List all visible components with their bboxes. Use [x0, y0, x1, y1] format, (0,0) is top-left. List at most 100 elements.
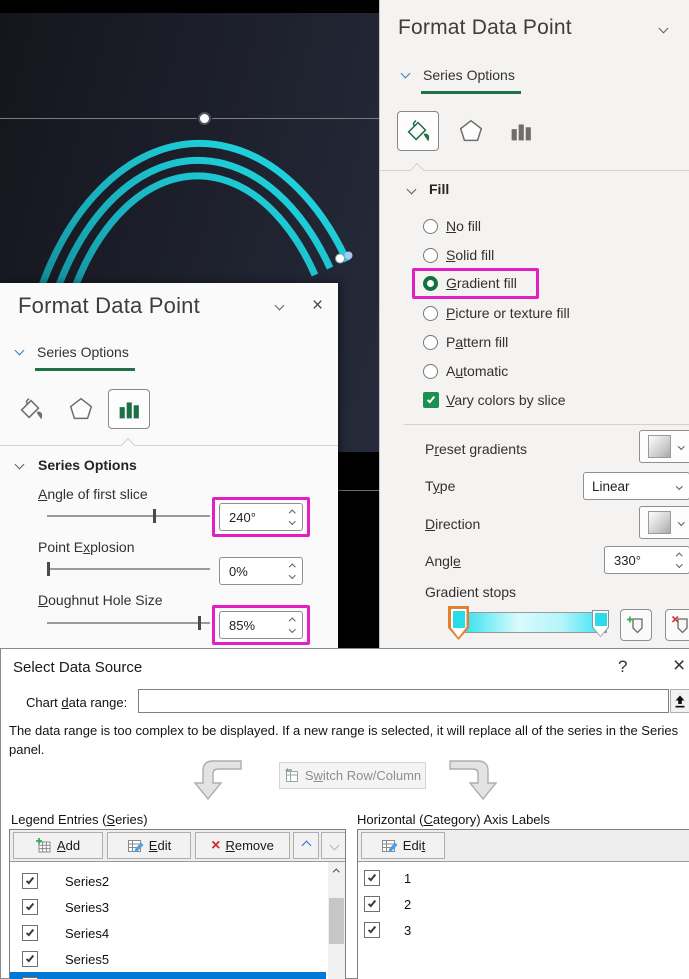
series-name[interactable]: Series5	[65, 952, 109, 967]
radio-picture-fill[interactable]	[423, 306, 438, 321]
radio-pattern-fill[interactable]	[423, 335, 438, 350]
spinner-up-icon[interactable]	[289, 618, 295, 624]
close-icon[interactable]: ×	[673, 654, 685, 678]
series-options-link[interactable]: Series Options	[37, 344, 129, 360]
radio-solid-fill[interactable]	[423, 248, 438, 263]
slider-thumb[interactable]	[153, 509, 156, 523]
remove-series-button[interactable]: × Remove	[195, 832, 290, 859]
category-row[interactable]: 1	[358, 865, 688, 891]
radio-automatic[interactable]	[423, 364, 438, 379]
solid-fill-label[interactable]: Solid fill	[446, 247, 494, 263]
type-label: Type	[425, 478, 455, 494]
series-name[interactable]: Series2	[65, 874, 109, 889]
category-checkbox-checked[interactable]	[364, 870, 380, 886]
spinner-up-icon[interactable]	[289, 510, 295, 516]
scrollbar-thumb[interactable]	[329, 898, 344, 944]
series-row[interactable]: Series3	[10, 894, 326, 920]
series-name[interactable]: Series3	[65, 900, 109, 915]
tab-fill-line[interactable]	[10, 389, 52, 429]
category-row[interactable]: 2	[358, 891, 688, 917]
no-fill-label[interactable]: No fill	[446, 218, 481, 234]
add-series-button[interactable]: Add	[13, 832, 103, 859]
chart-data-range-input[interactable]	[138, 689, 669, 713]
series-row[interactable]: Series2	[10, 868, 326, 894]
arc-end-handle-white[interactable]	[336, 254, 345, 263]
help-icon[interactable]: ?	[618, 657, 627, 677]
angle-first-slice-slider[interactable]	[47, 515, 210, 517]
radio-no-fill[interactable]	[423, 219, 438, 234]
category-checkbox-checked[interactable]	[364, 922, 380, 938]
gradient-angle-value[interactable]: 330°	[605, 553, 671, 568]
spinner-down-icon[interactable]	[289, 518, 295, 524]
add-gradient-stop-button[interactable]	[620, 609, 652, 641]
category-checkbox-checked[interactable]	[364, 896, 380, 912]
pattern-fill-label[interactable]: Pattern fill	[446, 334, 508, 350]
picture-fill-label[interactable]: Picture or texture fill	[446, 305, 570, 321]
format-data-point-pane-overlay: Format Data Point × Series Options	[0, 283, 338, 648]
selection-handle-top[interactable]	[198, 112, 211, 125]
doughnut-hole-spinner[interactable]: 85%	[219, 611, 303, 639]
gradient-stop-1-selected[interactable]	[448, 606, 469, 640]
series-checkbox-checked[interactable]	[22, 899, 38, 915]
close-icon[interactable]: ×	[312, 296, 323, 315]
category-name[interactable]: 2	[404, 897, 411, 912]
spinner-down-icon[interactable]	[289, 626, 295, 632]
scrollbar[interactable]	[328, 862, 345, 979]
type-combo[interactable]: Linear	[583, 472, 689, 500]
gradient-angle-spinner[interactable]: 330°	[604, 546, 689, 574]
series-name[interactable]: Series4	[65, 926, 109, 941]
point-explosion-spinner[interactable]: 0%	[219, 557, 303, 585]
doughnut-hole-slider[interactable]	[47, 622, 210, 624]
direction-dropdown[interactable]	[639, 506, 689, 539]
spinner-down-icon[interactable]	[289, 572, 295, 578]
scrollbar-up-button[interactable]	[328, 862, 345, 879]
slider-thumb[interactable]	[47, 562, 50, 576]
category-name[interactable]: 3	[404, 923, 411, 938]
chevron-down-icon[interactable]	[659, 24, 669, 34]
gradient-stops-bar[interactable]	[459, 612, 607, 633]
angle-first-slice-spinner[interactable]: 240°	[219, 503, 303, 531]
tab-series-options[interactable]	[500, 111, 542, 151]
slider-thumb[interactable]	[198, 616, 201, 630]
tab-fill-line-selected[interactable]	[397, 111, 439, 151]
spinner-down-icon[interactable]	[676, 561, 682, 567]
remove-gradient-stop-button[interactable]	[665, 609, 689, 641]
series-row[interactable]: Series5	[10, 946, 326, 972]
point-explosion-value[interactable]: 0%	[220, 564, 284, 579]
select-data-source-dialog: Select Data Source ? × Chart data range:…	[0, 648, 689, 979]
angle-first-slice-value[interactable]: 240°	[220, 510, 284, 525]
series-checkbox-checked[interactable]	[22, 873, 38, 889]
tab-effects[interactable]	[60, 389, 102, 429]
vary-colors-label[interactable]: Vary colors by slice	[446, 392, 566, 408]
edit-series-button[interactable]: Edit	[107, 832, 191, 859]
check-icon	[368, 873, 376, 882]
tab-series-options-selected[interactable]	[108, 389, 150, 429]
move-series-up-button[interactable]	[293, 832, 319, 859]
switch-row-column-button[interactable]: Switch Row/Column	[279, 762, 426, 789]
edit-axis-labels-button[interactable]: Edit	[361, 832, 445, 859]
spinner-up-icon[interactable]	[289, 564, 295, 570]
vary-colors-checkbox[interactable]	[423, 392, 439, 408]
point-explosion-slider[interactable]	[47, 568, 210, 570]
preset-gradients-dropdown[interactable]	[639, 430, 689, 463]
category-row[interactable]: 3	[358, 917, 688, 943]
series-checkbox-checked[interactable]	[22, 951, 38, 967]
gradient-fill-label[interactable]: Gradient fill	[446, 275, 517, 291]
edit-pencil-icon	[127, 838, 144, 854]
automatic-label[interactable]: Automatic	[446, 363, 508, 379]
arc-end-handle-blue[interactable]	[345, 252, 353, 260]
doughnut-hole-value[interactable]: 85%	[220, 618, 284, 633]
category-name[interactable]: 1	[404, 871, 411, 886]
collapse-dialog-button[interactable]	[670, 689, 689, 713]
tab-effects[interactable]	[450, 111, 492, 151]
chevron-down-icon[interactable]	[407, 185, 417, 195]
move-series-down-button[interactable]	[321, 832, 346, 859]
radio-gradient-fill-selected[interactable]	[423, 276, 438, 291]
series-checkbox-checked[interactable]	[22, 925, 38, 941]
series-row[interactable]: Series4	[10, 920, 326, 946]
chevron-down-icon[interactable]	[275, 301, 285, 311]
chevron-down-icon[interactable]	[15, 460, 25, 470]
series-options-link[interactable]: Series Options	[423, 67, 515, 83]
spinner-up-icon[interactable]	[676, 553, 682, 559]
series-row-selected[interactable]	[10, 972, 326, 979]
